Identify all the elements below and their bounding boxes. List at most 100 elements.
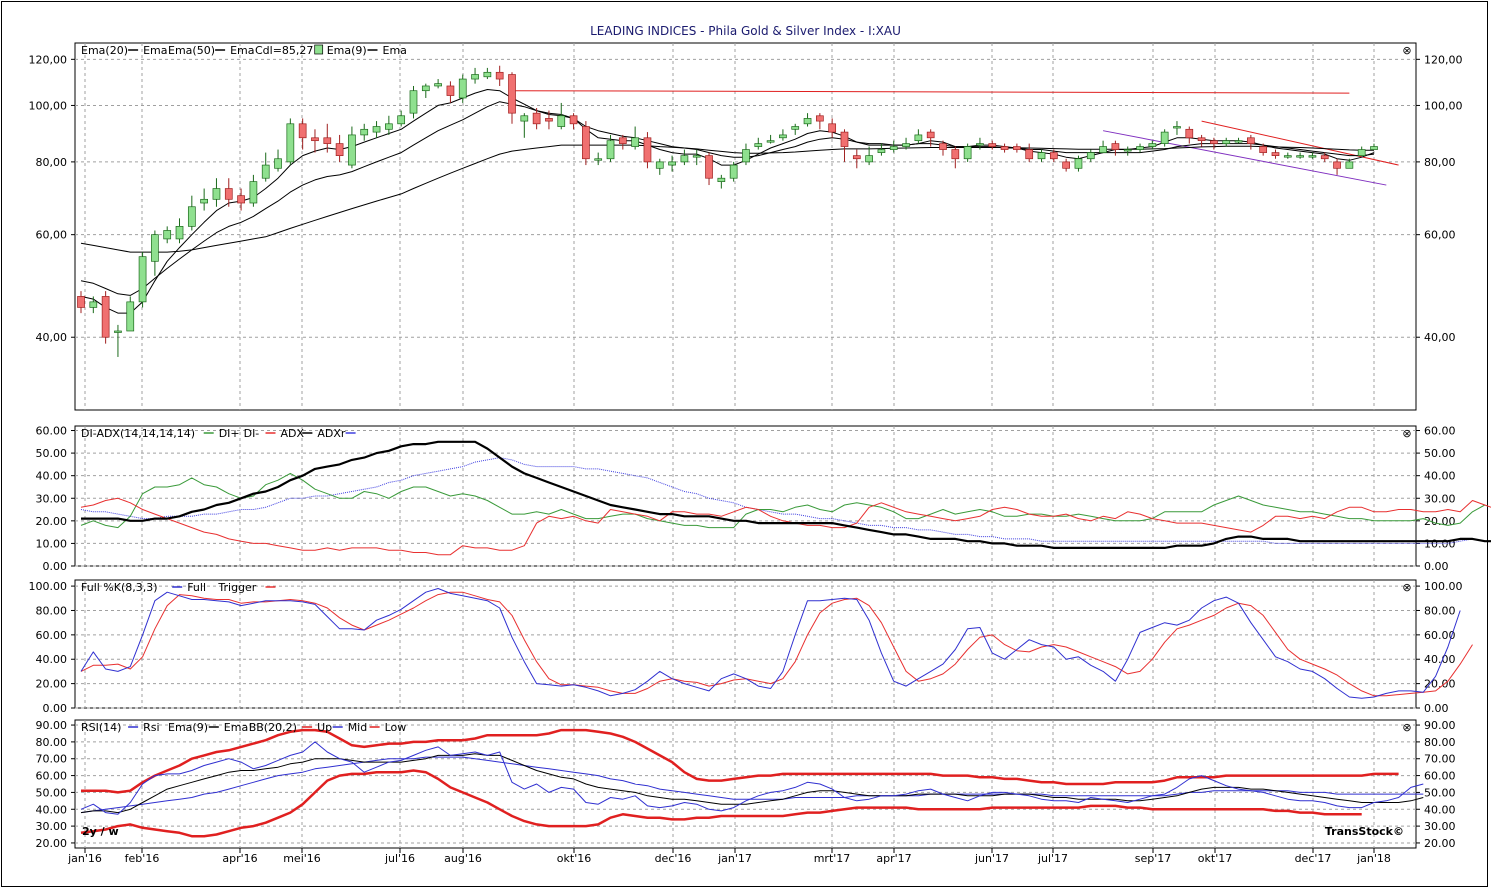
y-tick-label-right: 20.00 [1424, 515, 1456, 528]
candle-body [1259, 146, 1268, 153]
candle-body [187, 206, 196, 227]
candle-body [840, 131, 849, 147]
candle-body [569, 115, 578, 125]
candle-body [1148, 143, 1157, 147]
x-tick-label: feb'16 [125, 852, 160, 865]
candle-body [680, 155, 689, 163]
candle-body [1370, 146, 1378, 150]
y-tick-label-left: 50.00 [36, 447, 68, 460]
candle-body [594, 158, 603, 161]
legend-label: Ema(9) [327, 44, 367, 57]
candle-body [274, 158, 282, 169]
x-tick-label: dec'17 [1295, 852, 1332, 865]
legend-label: DI- [244, 427, 260, 440]
candle-body [1136, 146, 1144, 150]
y-tick-label-left: 20.00 [36, 837, 68, 850]
close-panel-icon: ⊗ [1402, 427, 1411, 440]
candle-body [237, 195, 245, 204]
candle-body [409, 90, 418, 114]
y-tick-label-left: 30.00 [36, 820, 68, 833]
candle-body [803, 118, 812, 125]
candle-body [655, 161, 664, 169]
legend-label: Full [187, 581, 206, 594]
candle-body [1062, 161, 1070, 169]
candle-body [717, 177, 726, 182]
close-panel-icon: ⊗ [1402, 721, 1411, 734]
candle-body [1271, 152, 1280, 156]
y-tick-label-left: 40,00 [36, 331, 68, 344]
close-panel-icon: ⊗ [1402, 581, 1411, 594]
candle-body [348, 134, 356, 166]
candle-body [1013, 146, 1021, 150]
y-tick-label-left: 80,00 [36, 156, 68, 169]
candle-body [1210, 140, 1218, 144]
candle-body [1357, 149, 1366, 156]
candle-body [816, 115, 824, 122]
candle-body [1037, 152, 1046, 160]
legend-label: Ema(50) [168, 44, 215, 57]
candle-body [557, 115, 566, 127]
candle-body [705, 155, 713, 179]
candle-body [261, 164, 270, 179]
candle-body [1000, 146, 1009, 150]
candle-body [1160, 131, 1169, 144]
candle-body [582, 126, 590, 160]
candle-body [1296, 155, 1304, 158]
candle-body [951, 149, 960, 160]
candle-body [692, 155, 701, 158]
legend-label: Cdl=85,27 [255, 44, 313, 57]
y-tick-label-right: 20.00 [1424, 678, 1456, 691]
y-tick-label-right: 120,00 [1424, 53, 1463, 66]
candle-body [89, 301, 98, 308]
candle-body [988, 143, 997, 147]
candle-body [914, 134, 923, 142]
candle-body [1074, 158, 1083, 169]
candle-body [754, 143, 763, 147]
legend-label: DI-ADX(14,14,14,14) [81, 427, 195, 440]
candle-body [1111, 143, 1120, 150]
candle-body [508, 74, 516, 114]
y-tick-label-right: 0.00 [1424, 702, 1449, 715]
y-tick-label-right: 40,00 [1424, 331, 1456, 344]
y-tick-label-right: 80.00 [1424, 604, 1456, 617]
candle-body [397, 115, 406, 125]
y-tick-label-right: 50.00 [1424, 447, 1456, 460]
x-tick-label: okt'17 [1198, 852, 1232, 865]
candle-body [175, 226, 184, 240]
y-tick-label-right: 30.00 [1424, 492, 1456, 505]
y-tick-label-right: 100,00 [1424, 99, 1463, 112]
candle-body [323, 137, 332, 144]
candle-body [1283, 155, 1292, 158]
candle-body [138, 256, 147, 303]
y-tick-label-left: 0.00 [43, 560, 68, 573]
y-tick-label-left: 40.00 [36, 803, 68, 816]
y-tick-label-right: 60.00 [1424, 425, 1456, 438]
candle-body [532, 112, 541, 125]
candle-body [360, 128, 369, 136]
y-tick-label-right: 0.00 [1424, 560, 1449, 573]
y-tick-label-left: 120,00 [29, 53, 68, 66]
candle-body [606, 140, 615, 160]
period-label: 2y / w [82, 825, 119, 838]
candle-body [643, 137, 652, 163]
legend-label: Ema [224, 721, 248, 734]
candle-body [779, 134, 787, 139]
y-tick-label-left: 60.00 [36, 425, 68, 438]
y-tick-label-left: 30.00 [36, 492, 68, 505]
x-tick-label: mei'16 [283, 852, 321, 865]
candle-body [471, 74, 479, 80]
y-tick-label-right: 10.00 [1424, 537, 1456, 550]
y-tick-label-right: 40.00 [1424, 653, 1456, 666]
y-tick-label-right: 100.00 [1424, 580, 1463, 593]
legend-label: BB(20,2) [249, 721, 297, 734]
y-tick-label-right: 90.00 [1424, 719, 1456, 732]
legend-label: ADX [281, 427, 305, 440]
y-tick-label-right: 60,00 [1424, 229, 1456, 242]
candle-body [434, 83, 442, 87]
y-tick-label-right: 40.00 [1424, 803, 1456, 816]
x-tick-label: jan'17 [717, 852, 752, 865]
candle-body [766, 140, 775, 143]
y-tick-label-left: 60.00 [36, 770, 68, 783]
candle-body [902, 143, 910, 147]
x-tick-label: apr'16 [222, 852, 257, 865]
